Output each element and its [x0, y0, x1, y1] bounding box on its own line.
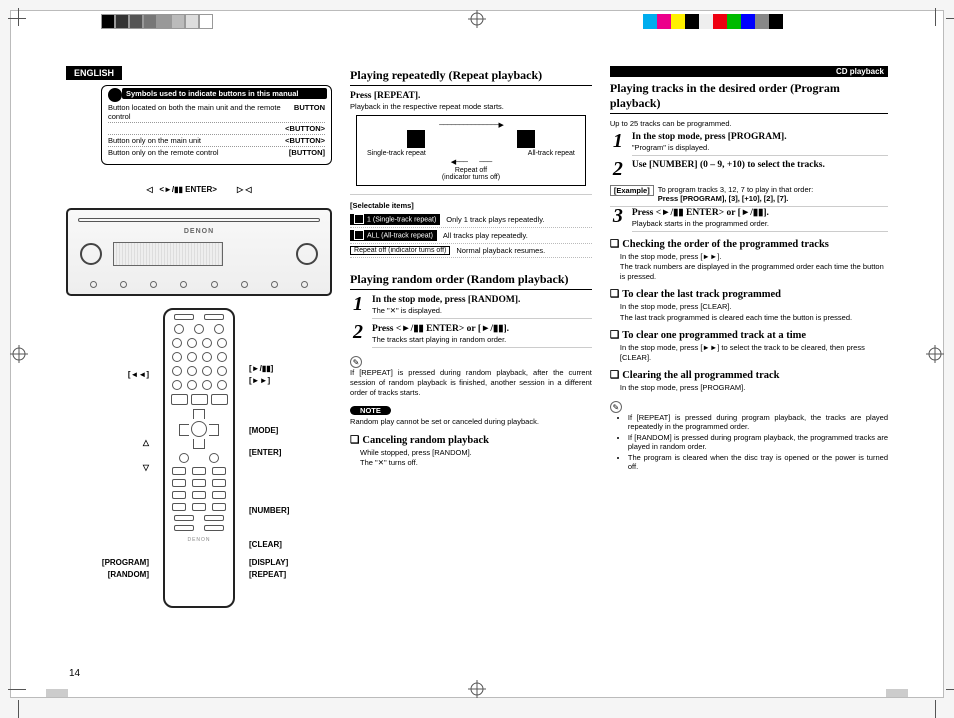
section-tab: CD playback [610, 66, 888, 77]
remote-label-down: ▽ [143, 463, 149, 472]
disc-icon [108, 88, 122, 102]
page-outer: ENGLISH Symbols used to indicate buttons… [10, 10, 944, 698]
device-callout-label: ◁ <►/▮▮ ENTER> ▷ ◁ [66, 185, 332, 194]
remote-label-random: [RANDOM] [108, 570, 149, 579]
legend-row: <BUTTON> [108, 123, 325, 135]
step-number: 2 [350, 323, 366, 341]
print-mark [46, 689, 68, 697]
heading-program: Playing tracks in the desired order (Pro… [610, 81, 888, 114]
column-middle: Playing repeatedly (Repeat playback) Pre… [350, 66, 592, 657]
remote-label-repeat: [REPEAT] [249, 570, 286, 579]
note-icon: ✎ [350, 356, 362, 368]
page-number: 14 [69, 668, 80, 679]
print-mark [886, 689, 908, 697]
symbols-legend-header: Symbols used to indicate buttons in this… [122, 88, 327, 99]
repeat-press-line: Press [REPEAT]. [350, 91, 592, 101]
program-intro: Up to 25 tracks can be programmed. [610, 119, 888, 128]
repeat-press-block: Press [REPEAT]. Playback in the respecti… [350, 91, 592, 195]
remote-illustration-area: DENON [◄◄] [►/▮▮] [►►] [MODE] [ENTER] △ … [66, 308, 332, 618]
language-tab: ENGLISH [66, 66, 122, 80]
step-1: 1 In the stop mode, press [RANDOM]. The … [350, 295, 592, 319]
step-2: 2 Use [NUMBER] (0 – 9, +10) to select th… [610, 160, 888, 178]
list-item: The program is cleared when the disc tra… [628, 453, 888, 471]
list-item: If [RANDOM] is pressed during program pl… [628, 433, 888, 451]
device-brand: DENON [184, 228, 214, 235]
remote-label-program: [PROGRAM] [102, 558, 149, 567]
page-content: ENGLISH Symbols used to indicate buttons… [66, 66, 888, 657]
remote-label-up: △ [143, 438, 149, 447]
program-example: [Example] To program tracks 3, 12, 7 to … [610, 182, 888, 207]
remote-label-playpause: [►/▮▮] [249, 364, 273, 373]
legend-row: Button only on the remote control[BUTTON… [108, 147, 325, 158]
remote-label-number: [NUMBER] [249, 506, 289, 515]
cancel-random-body: While stopped, press [RANDOM]. The "✕" t… [360, 448, 592, 468]
subhead-clear-last: To clear the last track programmed [610, 288, 888, 300]
random-note2: Random play cannot be set or canceled du… [350, 417, 592, 427]
repeat-one-icon [407, 130, 425, 148]
table-row: Repeat off (indicator turns off)Normal p… [350, 244, 592, 258]
clear-last-body: In the stop mode, press [CLEAR]. The las… [620, 302, 888, 322]
registration-mark [468, 10, 486, 28]
heading-random: Playing random order (Random playback) [350, 272, 592, 290]
registration-mark [10, 345, 28, 363]
remote-label-mode: [MODE] [249, 426, 278, 435]
symbols-legend-box: Symbols used to indicate buttons in this… [101, 85, 332, 165]
heading-repeat: Playing repeatedly (Repeat playback) [350, 68, 592, 86]
note-icon: ✎ [610, 401, 622, 413]
selectable-items-table: [Selectable items] 1 (Single-track repea… [350, 201, 592, 258]
repeat-all-icon [517, 130, 535, 148]
grayscale-bar [101, 14, 213, 29]
main-unit-illustration: DENON [66, 208, 332, 296]
remote-label-clear: [CLEAR] [249, 540, 282, 549]
step-number: 1 [350, 295, 366, 313]
remote-illustration: DENON [163, 308, 235, 608]
legend-row: Button located on both the main unit and… [108, 102, 325, 123]
remote-label-next: [►►] [249, 376, 270, 385]
step-number: 2 [610, 160, 626, 178]
table-row: ALL (All-track repeat)All tracks play re… [350, 228, 592, 244]
remote-label-display: [DISPLAY] [249, 558, 288, 567]
subhead-clear-all: Clearing the all programmed track [610, 369, 888, 381]
clear-all-body: In the stop mode, press [PROGRAM]. [620, 383, 888, 393]
subhead-check-order: Checking the order of the programmed tra… [610, 238, 888, 250]
column-left: ENGLISH Symbols used to indicate buttons… [66, 66, 332, 657]
step-number: 3 [610, 207, 626, 225]
step-3: 3 Press <►/▮▮ ENTER> or [►/▮▮]. Playback… [610, 207, 888, 232]
note-badge: NOTE [350, 406, 391, 415]
repeat-mode-diagram: ───────────────▶ Single-track repeatAll-… [356, 115, 586, 186]
registration-mark [468, 680, 486, 698]
legend-row: Button only on the main unit<BUTTON> [108, 135, 325, 147]
program-notes-list: If [REPEAT] is pressed during program pl… [620, 413, 888, 471]
registration-mark [926, 345, 944, 363]
step-number: 1 [610, 132, 626, 150]
color-bar [643, 14, 783, 29]
subhead-cancel-random: Canceling random playback [350, 434, 592, 446]
step-2: 2 Press <►/▮▮ ENTER> or [►/▮▮]. The trac… [350, 323, 592, 348]
subhead-clear-one: To clear one programmed track at a time [610, 329, 888, 341]
random-note-text: If [REPEAT] is pressed during random pla… [350, 368, 592, 398]
remote-label-prev: [◄◄] [128, 370, 149, 379]
table-row: 1 (Single-track repeat)Only 1 track play… [350, 212, 592, 228]
check-order-body: In the stop mode, press [►►]. The track … [620, 252, 888, 282]
remote-label-enter: [ENTER] [249, 448, 281, 457]
column-right: CD playback Playing tracks in the desire… [610, 66, 888, 657]
list-item: If [REPEAT] is pressed during program pl… [628, 413, 888, 431]
step-1: 1 In the stop mode, press [PROGRAM]. "Pr… [610, 132, 888, 156]
clear-one-body: In the stop mode, press [►►] to select t… [620, 343, 888, 363]
